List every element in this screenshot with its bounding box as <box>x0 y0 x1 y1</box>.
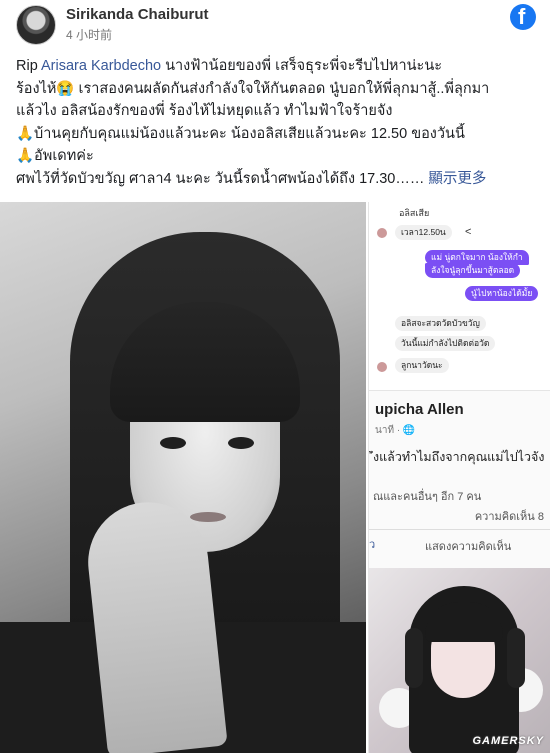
chat-avatar-2 <box>377 362 387 372</box>
post-line-1-post: นางฟ้าน้อยของพี่ เสร็จธุระพี่จะรีบไปหาน่… <box>161 58 443 74</box>
facebook-logo-icon: f <box>510 4 536 30</box>
chat-right-bubble-3: นู๋ไปหาน้องได้มั้ย <box>465 286 539 301</box>
share-icon: < <box>465 226 472 238</box>
post-line-6-text: ศพไว้ที่วัดบัวขวัญ ศาลา4 นะคะ วันนี้รดน้… <box>16 170 429 187</box>
post-line-5: 🙏อัพเดทค่ะ <box>16 148 94 164</box>
see-more-link[interactable]: 顯示更多 <box>428 171 486 187</box>
main-photo[interactable] <box>0 202 366 753</box>
fb-card-body: ึงแล้วทำไมถึงจากคุณแม่ไปไวจัง <box>373 450 545 464</box>
fb-card-reactions: ณและคนอื่นๆ อีก 7 คน <box>373 491 482 503</box>
post-line-1: Rip Arisara Karbdecho นางฟ้าน้อยของพี่ เ… <box>16 55 536 78</box>
chat-avatar <box>377 228 387 238</box>
main-photo-right-eye <box>228 437 254 449</box>
mention-link[interactable]: Arisara Karbdecho <box>41 58 161 74</box>
chat-left-bubble-3: ลูกนาวัดนะ <box>395 358 449 373</box>
fb-card-divider <box>369 529 550 530</box>
post-header: Sirikanda Chaiburut 4 小时前 f <box>0 0 550 52</box>
post-line-1-pre: Rip <box>16 58 41 74</box>
chat-time-bubble: เวลา12.50น <box>395 225 452 240</box>
chat-left-bubble-2: วันนี้แม่กำลังไปติดต่อวัด <box>395 336 496 351</box>
fb-card-name: upicha Allen <box>375 401 464 418</box>
post-timestamp[interactable]: 4 小时前 <box>66 26 112 43</box>
fb-card-subtitle: นาที · 🌐 <box>375 425 416 436</box>
facebook-logo-letter: f <box>518 4 526 29</box>
chat-left-bubble-1: อลิสจะสวดวัดบัวขวัญ <box>395 316 486 331</box>
post-body: Rip Arisara Karbdecho นางฟ้าน้อยของพี่ เ… <box>16 55 536 190</box>
fb-card-comment-count: ความคิดเห็น 8 <box>474 511 544 523</box>
watermark-text: GAMERSKY <box>472 735 544 747</box>
post-line-2: ร้องไห้😭 เราสองคนผลัดกันส่งกำลังใจให้กัน… <box>16 80 490 97</box>
author-name[interactable]: Sirikanda Chaiburut <box>66 6 209 23</box>
post-line-3: แล้วไง อลิสน้องรักของพี่ ร้องไห้ไม่หยุดแ… <box>16 103 393 119</box>
post-line-6: ศพไว้ที่วัดบัวขวัญ ศาลา4 นะคะ วันนี้รดน้… <box>16 168 536 191</box>
fb-card-comment-button: แสดงความคิดเห็น <box>425 541 512 553</box>
author-avatar[interactable] <box>16 5 56 45</box>
small-photo[interactable]: GAMERSKY <box>368 568 550 753</box>
main-photo-mouth <box>190 512 226 522</box>
chat-right-bubble-2: ลังใจนู๋ลุกขึ้นมาสู้ตลอด <box>425 263 521 278</box>
post-line-4: 🙏บ้านคุยกับคุณแม่น้องแล้วนะคะ น้องอลิสเส… <box>16 125 465 142</box>
fb-card-edge-label: ว <box>369 539 376 551</box>
small-photo-pigtail-left <box>405 628 423 688</box>
small-photo-pigtail-right <box>507 628 525 688</box>
chat-screenshot[interactable]: อลิสเสีย เวลา12.50น < แม่ นู่ตกใจมาก น้อ… <box>368 202 550 390</box>
chat-top-name: อลิสเสีย <box>399 208 430 218</box>
main-photo-left-eye <box>160 437 186 449</box>
fb-post-screenshot[interactable]: upicha Allen นาที · 🌐 ึงแล้วทำไมถึงจากคุ… <box>368 390 550 568</box>
